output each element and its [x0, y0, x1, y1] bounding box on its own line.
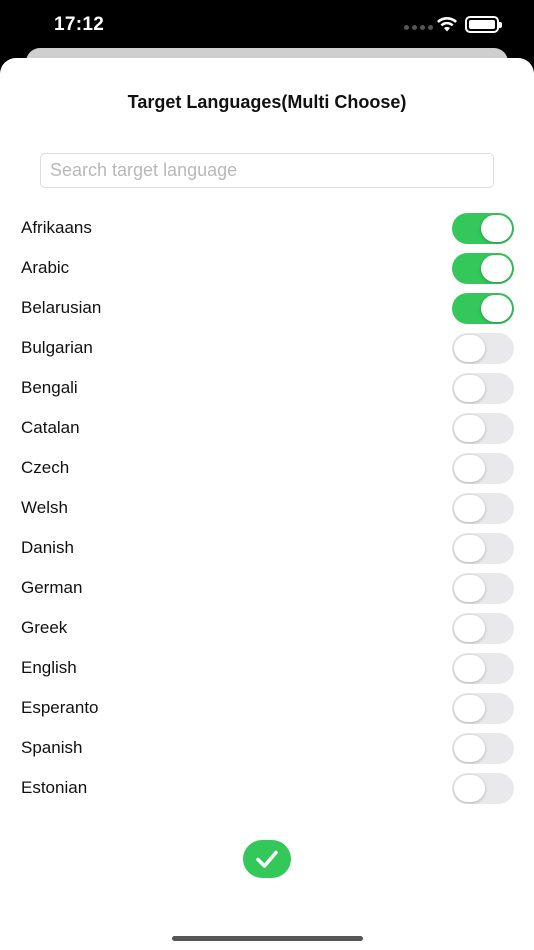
- language-label: Greek: [21, 618, 68, 637]
- language-toggle[interactable]: [452, 413, 514, 444]
- checkmark-icon: [256, 850, 278, 868]
- language-row[interactable]: Estonian: [0, 768, 534, 808]
- language-row[interactable]: Afrikaans: [0, 208, 534, 248]
- toggle-knob: [481, 255, 512, 282]
- language-label: Estonian: [21, 778, 88, 797]
- language-toggle[interactable]: [452, 533, 514, 564]
- language-toggle[interactable]: [452, 733, 514, 764]
- language-label: Belarusian: [21, 298, 102, 317]
- toggle-knob: [481, 215, 512, 242]
- language-sheet: Target Languages(Multi Choose) Afrikaans…: [0, 58, 534, 950]
- toggle-knob: [481, 295, 512, 322]
- search-input[interactable]: [40, 153, 494, 188]
- language-toggle[interactable]: [452, 693, 514, 724]
- language-row[interactable]: German: [0, 568, 534, 608]
- home-indicator: [172, 936, 363, 941]
- toggle-knob: [454, 695, 485, 722]
- language-toggle[interactable]: [452, 773, 514, 804]
- language-row[interactable]: Spanish: [0, 728, 534, 768]
- language-label: Welsh: [21, 498, 68, 517]
- language-row[interactable]: Bulgarian: [0, 328, 534, 368]
- language-label: Catalan: [21, 418, 80, 437]
- language-toggle[interactable]: [452, 613, 514, 644]
- language-toggle[interactable]: [452, 373, 514, 404]
- language-label: Bengali: [21, 378, 78, 397]
- status-bar: 17:12: [0, 0, 534, 50]
- language-toggle[interactable]: [452, 293, 514, 324]
- language-row[interactable]: Arabic: [0, 248, 534, 288]
- language-toggle[interactable]: [452, 213, 514, 244]
- language-label: Spanish: [21, 738, 83, 757]
- toggle-knob: [454, 495, 485, 522]
- language-row[interactable]: Catalan: [0, 408, 534, 448]
- cellular-signal-icon: [404, 25, 433, 30]
- language-label: Arabic: [21, 258, 70, 277]
- language-toggle[interactable]: [452, 453, 514, 484]
- confirm-button[interactable]: [243, 840, 291, 878]
- toggle-knob: [454, 615, 485, 642]
- language-label: Danish: [21, 538, 74, 557]
- language-toggle[interactable]: [452, 253, 514, 284]
- toggle-knob: [454, 375, 485, 402]
- language-row[interactable]: Danish: [0, 528, 534, 568]
- language-toggle[interactable]: [452, 653, 514, 684]
- wifi-icon: [437, 17, 457, 32]
- toggle-knob: [454, 655, 485, 682]
- language-label: English: [21, 658, 77, 677]
- language-toggle[interactable]: [452, 573, 514, 604]
- language-label: German: [21, 578, 83, 597]
- language-row[interactable]: Bengali: [0, 368, 534, 408]
- toggle-knob: [454, 575, 485, 602]
- language-toggle[interactable]: [452, 493, 514, 524]
- toggle-knob: [454, 735, 485, 762]
- language-label: Esperanto: [21, 698, 99, 717]
- language-toggle[interactable]: [452, 333, 514, 364]
- language-row[interactable]: Greek: [0, 608, 534, 648]
- language-row[interactable]: English: [0, 648, 534, 688]
- toggle-knob: [454, 535, 485, 562]
- language-row[interactable]: Welsh: [0, 488, 534, 528]
- language-label: Bulgarian: [21, 338, 93, 357]
- language-list[interactable]: Afrikaans Arabic Belarusian Bulgarian Bengal…: [0, 208, 534, 813]
- language-row[interactable]: Esperanto: [0, 688, 534, 728]
- sheet-title: Target Languages(Multi Choose): [127, 92, 407, 112]
- toggle-knob: [454, 335, 485, 362]
- battery-icon: [465, 16, 502, 33]
- status-time: 17:12: [54, 14, 105, 35]
- language-label: Czech: [21, 458, 70, 477]
- language-row[interactable]: Czech: [0, 448, 534, 488]
- toggle-knob: [454, 775, 485, 802]
- toggle-knob: [454, 415, 485, 442]
- language-label: Afrikaans: [21, 218, 92, 237]
- toggle-knob: [454, 455, 485, 482]
- language-row[interactable]: Belarusian: [0, 288, 534, 328]
